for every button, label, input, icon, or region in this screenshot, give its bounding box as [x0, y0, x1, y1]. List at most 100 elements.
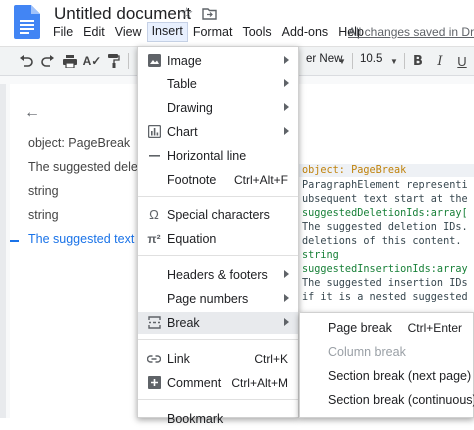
star-icon[interactable]: ☆: [180, 4, 193, 22]
menu-item-drawing[interactable]: Drawing: [138, 97, 298, 119]
menu-item-label: Equation: [167, 232, 217, 246]
menu-view[interactable]: View: [110, 24, 147, 42]
submenu-item-shortcut: Ctrl+Enter: [407, 321, 462, 335]
menu-item-bookmark[interactable]: Bookmark: [138, 408, 298, 430]
outline-item-selected[interactable]: The suggested text s: [28, 232, 144, 246]
submenu-item-label: Section break (next page): [328, 369, 472, 383]
outline-current-marker: [10, 240, 19, 242]
print-icon[interactable]: [60, 51, 80, 71]
outline-item[interactable]: object: PageBreak: [28, 136, 130, 150]
menu-bar: File Edit View Insert Format Tools Add-o…: [48, 22, 369, 42]
submenu-item-page-break[interactable]: Page break Ctrl+Enter: [300, 317, 474, 339]
undo-icon[interactable]: [16, 51, 36, 71]
italic-icon[interactable]: I: [430, 51, 450, 71]
menu-item-label: Link: [167, 352, 190, 366]
menu-item-label: Horizontal line: [167, 149, 247, 163]
move-to-folder-icon[interactable]: [202, 8, 217, 20]
menu-item-label: Bookmark: [167, 412, 224, 426]
link-icon: [146, 352, 162, 366]
pi-icon: π²: [147, 232, 161, 246]
code-line: The suggested insertion IDs: [302, 278, 468, 289]
submenu-arrow-icon: [284, 79, 289, 87]
menu-item-shortcut: Ctrl+K: [254, 352, 288, 366]
outline-item[interactable]: string: [28, 208, 59, 222]
bold-icon[interactable]: B: [408, 51, 428, 71]
outline-item[interactable]: string: [28, 184, 59, 198]
submenu-arrow-icon: [284, 56, 289, 64]
submenu-item-label: Section break (continuous): [328, 393, 474, 407]
menu-item-break[interactable]: Break: [138, 312, 298, 334]
menu-item-equation[interactable]: π² Equation: [138, 228, 298, 250]
code-line: deletions of this content.: [302, 236, 462, 247]
submenu-item-column-break: Column break: [300, 341, 474, 363]
menu-item-label: Special characters: [167, 208, 270, 222]
code-line: string: [302, 250, 339, 261]
font-dropdown-icon[interactable]: ▼: [332, 51, 352, 71]
menu-item-headers-footers[interactable]: Headers & footers: [138, 264, 298, 286]
google-docs-logo-icon[interactable]: [14, 5, 40, 39]
outline-item[interactable]: The suggested deletio: [28, 160, 151, 174]
menu-item-shortcut: Ctrl+Alt+M: [231, 376, 288, 390]
insert-menu: Image Table Drawing Chart Horizontal lin…: [137, 46, 299, 426]
menu-item-label: Page numbers: [167, 292, 249, 306]
horizontal-line-icon: [147, 149, 161, 163]
code-line: if it is a nested suggested: [302, 292, 468, 303]
document-outline-panel: [10, 84, 150, 418]
underline-icon[interactable]: U: [452, 51, 472, 71]
chart-icon: [147, 124, 161, 139]
submenu-arrow-icon: [284, 270, 289, 278]
submenu-item-label: Column break: [328, 345, 406, 359]
code-line: object: PageBreak: [302, 165, 407, 176]
break-submenu: Page break Ctrl+Enter Column break Secti…: [299, 312, 474, 418]
document-title[interactable]: Untitled document: [54, 4, 191, 24]
font-size-dropdown-icon[interactable]: ▼: [384, 51, 404, 71]
menu-item-chart[interactable]: Chart: [138, 121, 298, 143]
menu-format[interactable]: Format: [188, 24, 238, 42]
menu-item-label: Break: [167, 316, 200, 330]
menu-edit[interactable]: Edit: [78, 24, 110, 42]
menu-insert[interactable]: Insert: [146, 22, 188, 42]
submenu-arrow-icon: [284, 103, 289, 111]
code-line: ubsequent text start at the: [302, 194, 468, 205]
menu-tools[interactable]: Tools: [237, 24, 276, 42]
break-icon: [147, 316, 161, 330]
menu-item-image[interactable]: Image: [138, 50, 298, 72]
menu-item-horizontal-line[interactable]: Horizontal line: [138, 145, 298, 167]
redo-icon[interactable]: [38, 51, 58, 71]
menu-item-label: Comment: [167, 376, 222, 390]
submenu-item-label: Page break: [328, 321, 392, 335]
spellcheck-icon[interactable]: A✓: [82, 51, 102, 71]
code-line: ParagraphElement representi: [302, 180, 468, 191]
code-line: suggestedDeletionIds:array[: [302, 208, 468, 219]
menu-item-label: Footnote: [167, 173, 217, 187]
paint-format-icon[interactable]: [104, 51, 124, 71]
menu-item-special-characters[interactable]: Ω Special characters: [138, 204, 298, 226]
menu-file[interactable]: File: [48, 24, 78, 42]
font-size-select[interactable]: 10.5: [360, 53, 382, 65]
menu-item-comment[interactable]: Comment Ctrl+Alt+M: [138, 372, 298, 394]
menu-item-label: Table: [167, 77, 197, 91]
code-line: The suggested deletion IDs.: [302, 222, 468, 233]
menu-divider: [138, 399, 298, 400]
vertical-ruler: [0, 84, 6, 418]
code-line: suggestedInsertionIds:array: [302, 264, 468, 275]
menu-item-table[interactable]: Table: [138, 73, 298, 95]
save-status-link[interactable]: All changes saved in Drive: [348, 25, 474, 39]
submenu-arrow-icon: [284, 127, 289, 135]
submenu-item-section-break-continuous[interactable]: Section break (continuous): [300, 389, 474, 411]
submenu-arrow-icon: [284, 294, 289, 302]
menu-item-footnote[interactable]: Footnote Ctrl+Alt+F: [138, 169, 298, 191]
menu-item-link[interactable]: Link Ctrl+K: [138, 348, 298, 370]
menu-addons[interactable]: Add-ons: [277, 24, 334, 42]
menu-item-label: Drawing: [167, 101, 213, 115]
image-icon: [147, 54, 161, 68]
menu-divider: [138, 255, 298, 256]
menu-divider: [138, 339, 298, 340]
submenu-item-section-break-next-page[interactable]: Section break (next page): [300, 365, 474, 387]
omega-icon: Ω: [149, 207, 159, 222]
menu-item-label: Chart: [167, 125, 198, 139]
back-arrow-icon[interactable]: ←: [24, 104, 40, 122]
menu-item-shortcut: Ctrl+Alt+F: [233, 173, 288, 187]
menu-item-label: Image: [167, 54, 202, 68]
menu-item-page-numbers[interactable]: Page numbers: [138, 288, 298, 310]
